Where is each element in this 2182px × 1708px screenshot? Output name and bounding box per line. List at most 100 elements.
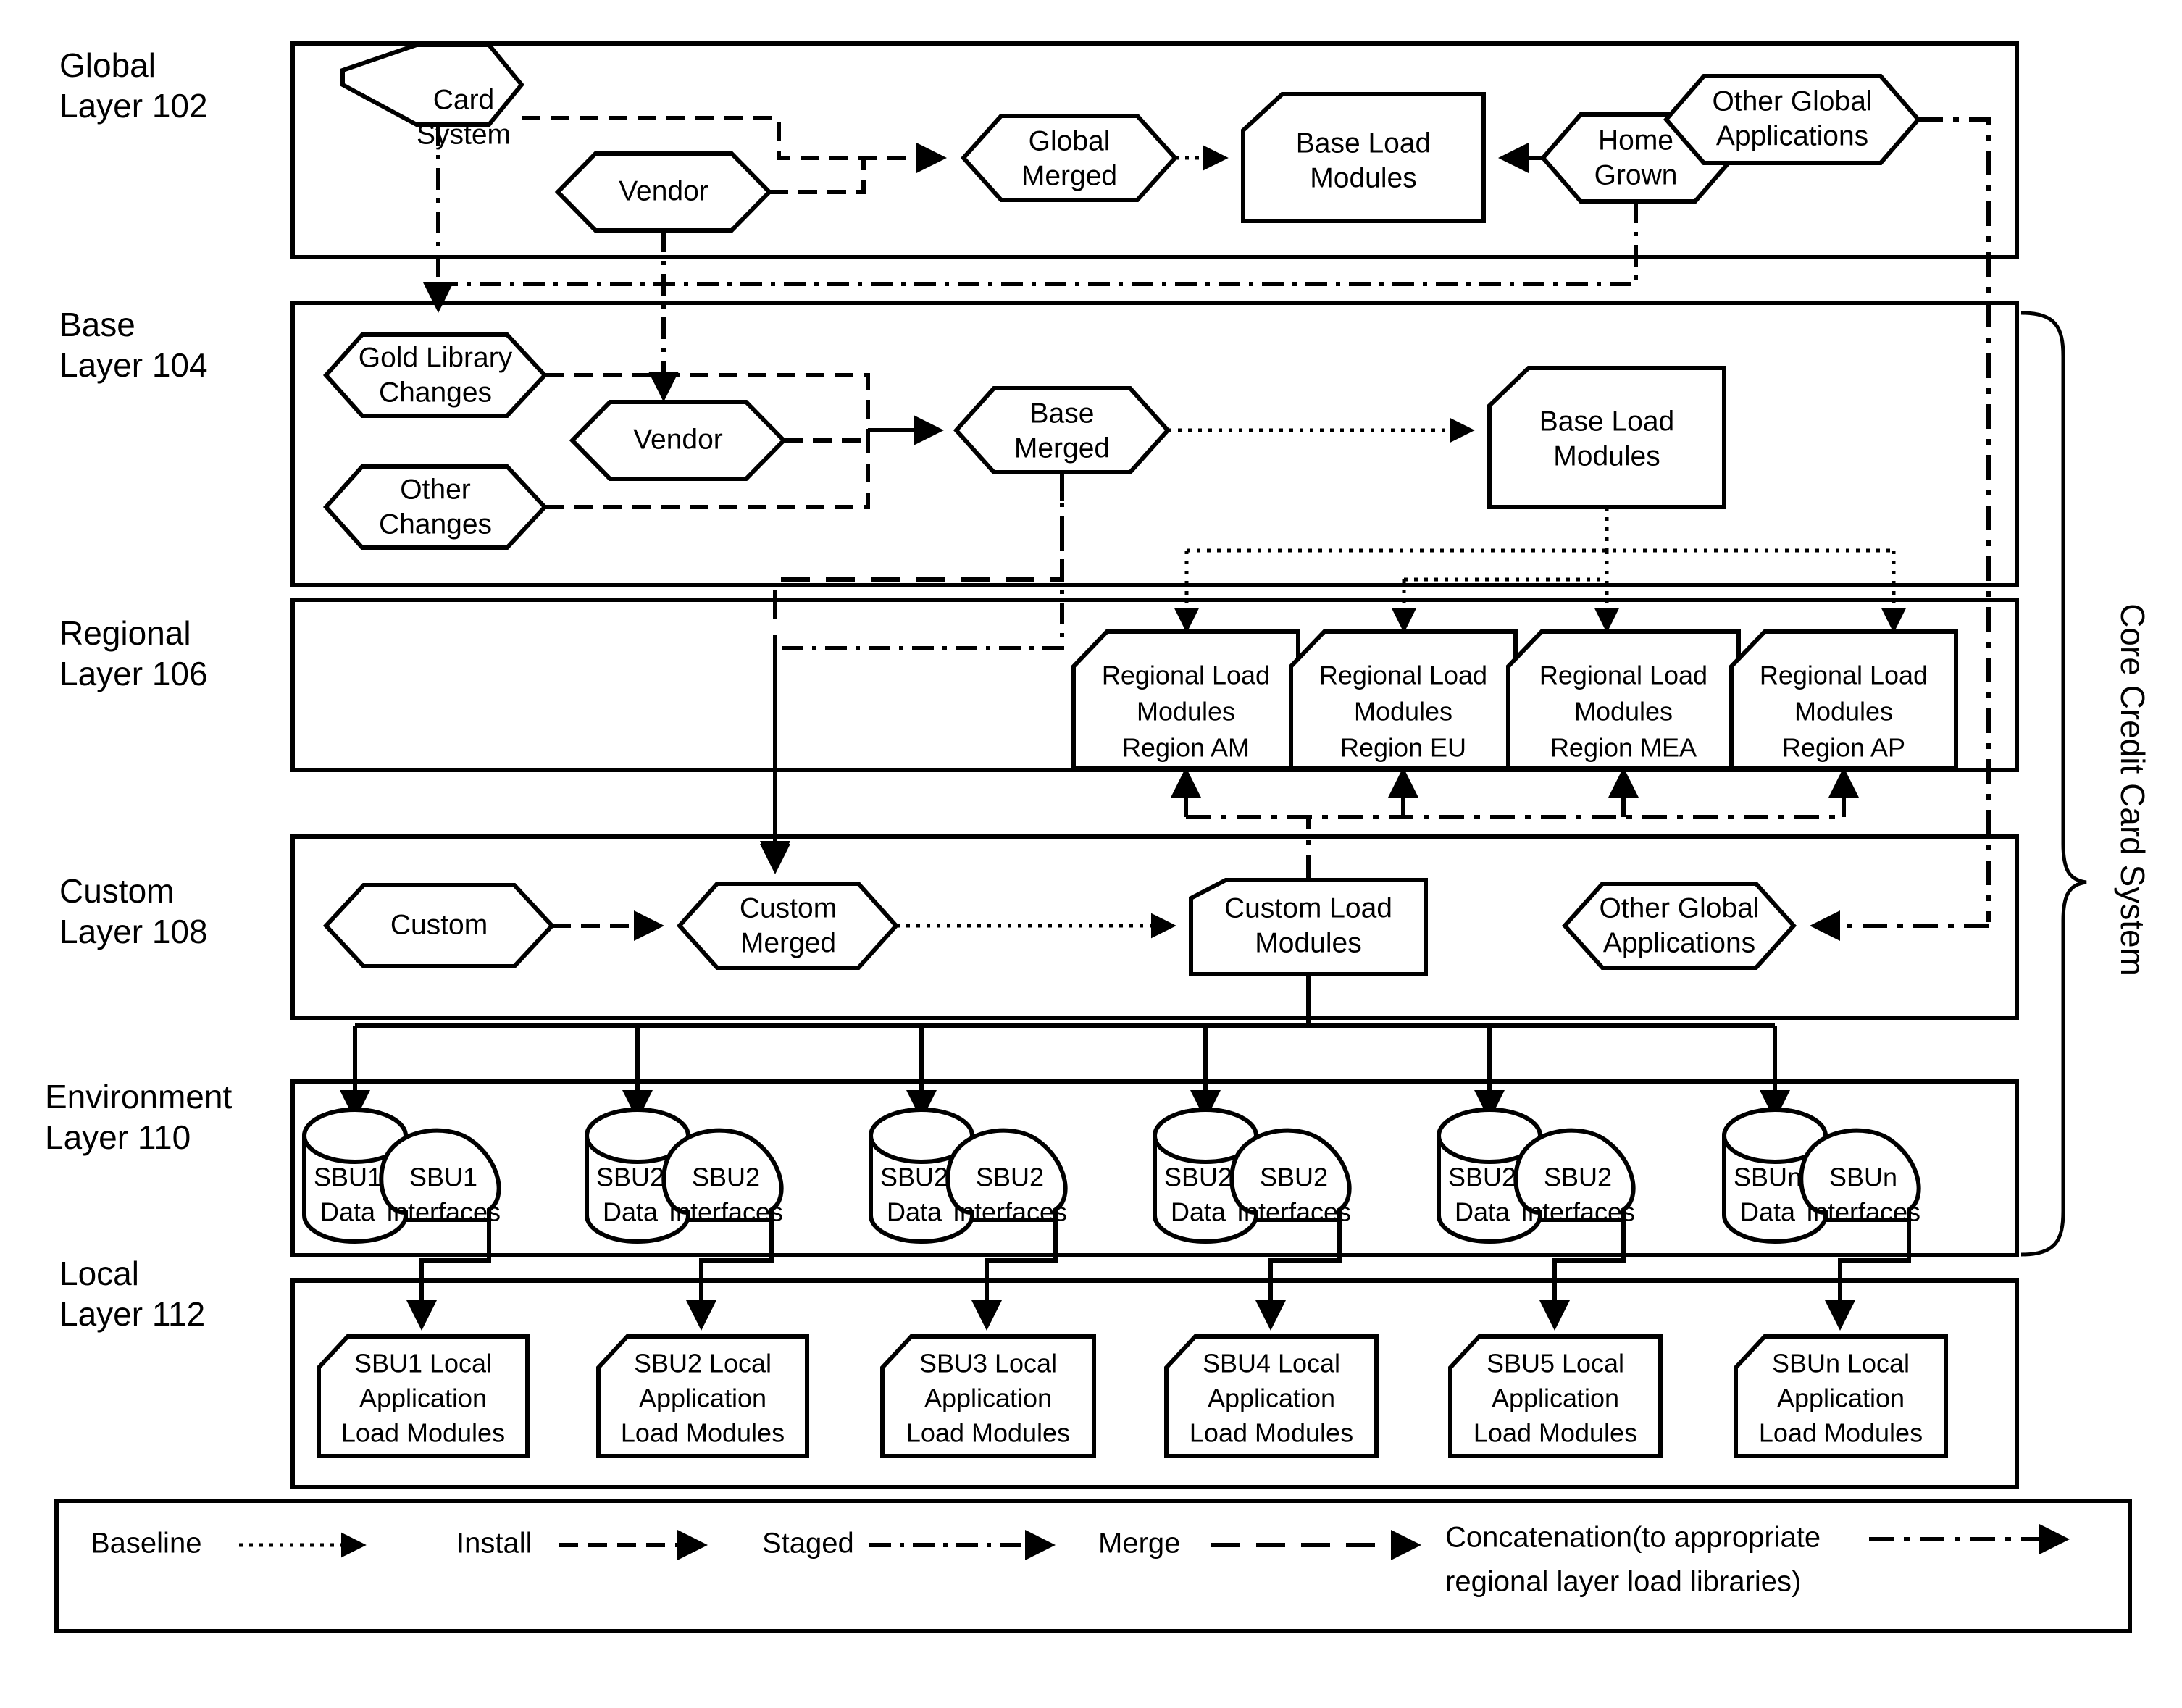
- node-other-changes[interactable]: Other Changes: [322, 464, 548, 550]
- local-node-1[interactable]: SBU2 Local Application Load Modules: [596, 1334, 809, 1458]
- node-global-vendor[interactable]: Vendor: [554, 151, 773, 233]
- local-node-0[interactable]: SBU1 Local Application Load Modules: [317, 1334, 530, 1458]
- local-3-line3: Load Modules: [1190, 1418, 1353, 1448]
- node-global-other-apps-line1: Other Global: [1712, 85, 1872, 117]
- local-2-line1: SBU3 Local: [919, 1349, 1057, 1378]
- env-1-data-line2: Data: [603, 1197, 659, 1227]
- local-2-line2: Application: [924, 1383, 1052, 1413]
- node-home-grown-line1: Home: [1598, 125, 1673, 156]
- node-base-blm-line2: Modules: [1553, 440, 1660, 472]
- layer-ref-local: Layer 112: [59, 1295, 205, 1333]
- node-regional-load-modules-am[interactable]: Regional Load Modules Region AM: [1071, 629, 1300, 770]
- node-base-merged-line1: Base: [1030, 398, 1095, 429]
- regional-ap-line3: Region AP: [1782, 733, 1905, 763]
- node-base-vendor[interactable]: Vendor: [569, 400, 787, 481]
- node-other-changes-line1: Other: [400, 474, 471, 505]
- env-0-data-line1: SBU1: [314, 1163, 382, 1192]
- regional-am-line3: Region AM: [1122, 733, 1250, 763]
- env-2-data-line2: Data: [887, 1197, 942, 1227]
- patent-diagram: Global Layer 102 Base Layer 104 Regional…: [0, 0, 2182, 1708]
- layer-name-global: Global: [59, 46, 156, 84]
- node-custom-load-line2: Modules: [1255, 927, 1361, 958]
- node-custom-other-apps-line2: Applications: [1603, 927, 1755, 958]
- env-2-iface-line2: Interfaces: [953, 1197, 1067, 1227]
- node-global-merged-line2: Merged: [1021, 160, 1117, 191]
- local-1-line1: SBU2 Local: [634, 1349, 772, 1378]
- node-regional-load-modules-mea[interactable]: Regional Load Modules Region MEA: [1506, 629, 1741, 770]
- regional-eu-line1: Regional Load: [1319, 661, 1487, 690]
- env-4-iface-line2: Interfaces: [1521, 1197, 1635, 1227]
- node-custom-merged-line2: Merged: [740, 927, 836, 958]
- env-1-data-line1: SBU2: [596, 1163, 664, 1192]
- env-0-iface-line2: Interfaces: [386, 1197, 501, 1227]
- local-node-5[interactable]: SBUn Local Application Load Modules: [1734, 1334, 1948, 1458]
- layer-name-local: Local: [59, 1255, 139, 1292]
- node-global-merged-line1: Global: [1029, 125, 1111, 156]
- layer-ref-base: Layer 104: [59, 346, 208, 384]
- node-card-system-line2: System: [417, 119, 511, 150]
- layer-name-regional: Regional: [59, 614, 191, 652]
- env-4-iface-line1: SBU2: [1544, 1163, 1612, 1192]
- local-2-line3: Load Modules: [906, 1418, 1070, 1448]
- local-node-4[interactable]: SBU5 Local Application Load Modules: [1448, 1334, 1663, 1458]
- regional-mea-line2: Modules: [1574, 697, 1673, 727]
- local-node-2[interactable]: SBU3 Local Application Load Modules: [880, 1334, 1096, 1458]
- legend-label-install: Install: [456, 1528, 532, 1560]
- layer-ref-regional: Layer 106: [59, 655, 208, 692]
- env-3-data-line2: Data: [1171, 1197, 1226, 1227]
- node-custom[interactable]: Custom: [322, 883, 556, 968]
- node-base-vendor-label: Vendor: [633, 424, 723, 455]
- node-global-merged[interactable]: Global Merged: [960, 114, 1179, 202]
- node-gold-lib-line1: Gold Library: [359, 342, 513, 373]
- legend-label-baseline: Baseline: [91, 1528, 201, 1560]
- node-custom-other-apps[interactable]: Other Global Applications: [1561, 882, 1797, 970]
- local-3-line1: SBU4 Local: [1203, 1349, 1340, 1378]
- node-gold-library-changes[interactable]: Gold Library Changes: [322, 332, 548, 418]
- node-base-merged[interactable]: Base Merged: [953, 386, 1171, 474]
- local-4-line1: SBU5 Local: [1487, 1349, 1624, 1378]
- local-0-line2: Application: [359, 1383, 487, 1413]
- layer-name-base: Base: [59, 306, 135, 343]
- node-custom-load-line1: Custom Load: [1224, 892, 1392, 924]
- node-custom-load-modules[interactable]: Custom Load Modules: [1189, 878, 1428, 976]
- layer-ref-custom: Layer 108: [59, 913, 208, 950]
- local-5-line3: Load Modules: [1759, 1418, 1923, 1448]
- legend-label-concat-2: regional layer load libraries): [1445, 1566, 1801, 1598]
- legend-box: [54, 1499, 2132, 1633]
- node-global-other-apps[interactable]: Other Global Applications: [1663, 74, 1921, 165]
- node-card-system-line1: Card: [433, 84, 495, 115]
- env-4-data-line2: Data: [1455, 1197, 1510, 1227]
- env-5-data-line1: SBUn: [1734, 1163, 1802, 1192]
- node-global-blm-line2: Modules: [1310, 162, 1416, 193]
- layer-ref-global: Layer 102: [59, 87, 208, 125]
- env-3-data-line1: SBU2: [1164, 1163, 1232, 1192]
- local-node-3[interactable]: SBU4 Local Application Load Modules: [1164, 1334, 1379, 1458]
- env-4-data-line1: SBU2: [1448, 1163, 1516, 1192]
- core-system-label: Core Credit Card System: [2114, 603, 2152, 976]
- regional-ap-line1: Regional Load: [1760, 661, 1928, 690]
- node-gold-lib-line2: Changes: [379, 377, 492, 408]
- legend-label-concat-1: Concatenation(to appropriate: [1445, 1522, 1821, 1554]
- node-base-load-modules[interactable]: Base Load Modules: [1487, 366, 1726, 509]
- regional-mea-line1: Regional Load: [1539, 661, 1707, 690]
- node-regional-load-modules-eu[interactable]: Regional Load Modules Region EU: [1289, 629, 1518, 770]
- local-4-line2: Application: [1492, 1383, 1619, 1413]
- node-custom-label: Custom: [390, 909, 488, 940]
- local-1-line3: Load Modules: [621, 1418, 785, 1448]
- local-0-line3: Load Modules: [341, 1418, 505, 1448]
- node-custom-merged[interactable]: Custom Merged: [676, 882, 900, 970]
- env-5-iface-line2: Interfaces: [1806, 1197, 1920, 1227]
- node-regional-load-modules-ap[interactable]: Regional Load Modules Region AP: [1729, 629, 1958, 770]
- node-base-blm-line1: Base Load: [1539, 406, 1675, 437]
- env-0-iface-line1: SBU1: [409, 1163, 477, 1192]
- local-3-line2: Application: [1208, 1383, 1335, 1413]
- node-other-changes-line2: Changes: [379, 508, 492, 540]
- local-0-line1: SBU1 Local: [354, 1349, 492, 1378]
- regional-eu-line2: Modules: [1354, 697, 1452, 727]
- env-1-iface-line1: SBU2: [692, 1163, 760, 1192]
- node-global-base-load-modules[interactable]: Base Load Modules: [1241, 92, 1486, 223]
- env-2-data-line1: SBU2: [880, 1163, 948, 1192]
- legend-label-merge: Merge: [1098, 1528, 1180, 1560]
- local-1-line2: Application: [639, 1383, 766, 1413]
- layer-name-environment: Environment: [45, 1078, 232, 1115]
